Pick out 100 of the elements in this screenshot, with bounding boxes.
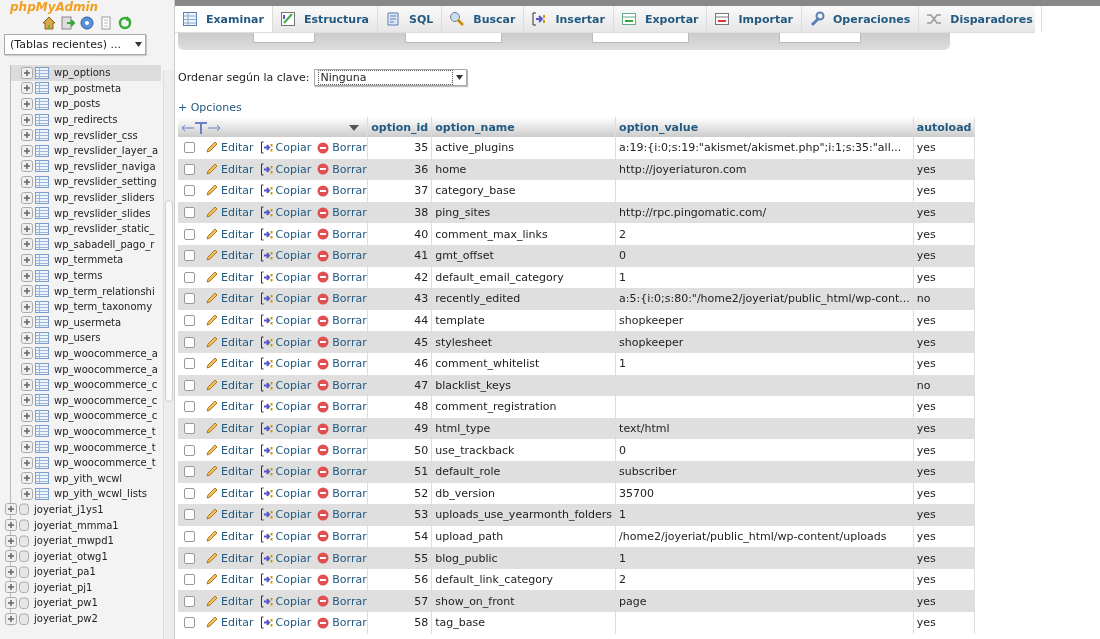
expand-icon[interactable]	[21, 253, 33, 266]
database-tree-item[interactable]: joyeriat_mmma1	[5, 517, 119, 533]
expand-icon[interactable]	[21, 394, 33, 407]
table-tree-item[interactable]: wp_revslider_css	[11, 127, 161, 143]
column-header[interactable]: option_value	[615, 117, 914, 137]
edit-link[interactable]: Editar	[205, 400, 254, 414]
input-field[interactable]	[592, 33, 689, 43]
delete-link[interactable]: Borrar	[317, 378, 367, 392]
table-tree-item[interactable]: wp_revslider_setting	[11, 174, 161, 190]
expand-icon[interactable]	[5, 565, 17, 578]
copy-link[interactable]: Copiar	[259, 141, 312, 155]
edit-link[interactable]: Editar	[205, 227, 254, 241]
delete-link[interactable]: Borrar	[317, 314, 367, 328]
expand-icon[interactable]	[21, 316, 33, 329]
row-checkbox[interactable]	[184, 228, 195, 240]
edit-link[interactable]: Editar	[205, 335, 254, 349]
expand-icon[interactable]	[21, 207, 33, 220]
edit-link[interactable]: Editar	[205, 486, 254, 500]
edit-link[interactable]: Editar	[205, 141, 254, 155]
delete-link[interactable]: Borrar	[317, 292, 367, 306]
tab[interactable]: Examinar	[175, 6, 273, 32]
edit-link[interactable]: Editar	[205, 573, 254, 587]
expand-icon[interactable]	[5, 534, 17, 547]
expand-icon[interactable]	[21, 66, 33, 79]
delete-link[interactable]: Borrar	[317, 141, 367, 155]
expand-icon[interactable]	[21, 269, 33, 282]
expand-icon[interactable]	[21, 175, 33, 188]
edit-link[interactable]: Editar	[205, 465, 254, 479]
row-checkbox[interactable]	[184, 466, 195, 478]
tab[interactable]: Exportar	[613, 6, 708, 32]
edit-link[interactable]: Editar	[205, 378, 254, 392]
expand-icon[interactable]	[21, 441, 33, 454]
edit-link[interactable]: Editar	[205, 551, 254, 565]
row-checkbox[interactable]	[184, 423, 195, 434]
expand-icon[interactable]	[21, 238, 33, 251]
delete-link[interactable]: Borrar	[317, 249, 367, 263]
copy-link[interactable]: Copiar	[259, 314, 312, 328]
delete-link[interactable]: Borrar	[317, 573, 367, 587]
expand-icon[interactable]	[21, 129, 33, 142]
row-checkbox[interactable]	[184, 142, 195, 154]
delete-link[interactable]: Borrar	[317, 551, 367, 565]
row-checkbox[interactable]	[184, 293, 195, 305]
row-checkbox[interactable]	[184, 401, 195, 413]
delete-link[interactable]: Borrar	[317, 400, 367, 414]
row-checkbox[interactable]	[184, 487, 195, 499]
edit-link[interactable]: Editar	[205, 594, 254, 608]
copy-link[interactable]: Copiar	[259, 292, 312, 306]
edit-link[interactable]: Editar	[205, 314, 254, 328]
table-tree-item[interactable]: wp_termmeta	[11, 252, 161, 268]
database-tree-item[interactable]: joyeriat_pw2	[5, 610, 98, 627]
delete-link[interactable]: Borrar	[317, 486, 367, 500]
input-field[interactable]	[405, 33, 502, 43]
copy-link[interactable]: Copiar	[259, 206, 312, 220]
row-checkbox[interactable]	[184, 163, 195, 175]
expand-icon[interactable]	[21, 285, 33, 298]
delete-link[interactable]: Borrar	[317, 594, 367, 608]
copy-link[interactable]: Copiar	[259, 616, 312, 630]
delete-link[interactable]: Borrar	[317, 422, 367, 435]
expand-icon[interactable]	[21, 425, 33, 438]
delete-link[interactable]: Borrar	[317, 184, 367, 198]
row-checkbox[interactable]	[184, 185, 195, 197]
delete-link[interactable]: Borrar	[317, 508, 367, 522]
dropdown-arrow-icon[interactable]	[349, 124, 359, 131]
table-tree-item[interactable]: wp_term_relationshi	[11, 283, 161, 299]
expand-icon[interactable]	[21, 472, 33, 485]
table-tree-item[interactable]: wp_woocommerce_c	[11, 376, 161, 393]
expand-icon[interactable]	[21, 191, 33, 204]
expand-icon[interactable]	[5, 503, 17, 516]
database-tree-item[interactable]: joyeriat_mwpd1	[5, 532, 114, 549]
row-checkbox[interactable]	[184, 207, 195, 219]
expand-icon[interactable]	[5, 581, 17, 594]
delete-link[interactable]: Borrar	[317, 162, 367, 176]
database-tree-item[interactable]: joyeriat_j1ys1	[5, 501, 104, 518]
row-checkbox[interactable]	[184, 595, 195, 607]
expand-icon[interactable]	[21, 347, 33, 360]
copy-link[interactable]: Copiar	[259, 400, 312, 414]
table-tree-item[interactable]: wp_woocommerce_t	[11, 439, 161, 455]
copy-link[interactable]: Copiar	[259, 357, 312, 371]
copy-link[interactable]: Copiar	[259, 573, 312, 587]
table-tree-item[interactable]: wp_terms	[11, 267, 161, 284]
row-checkbox[interactable]	[184, 617, 195, 629]
exit-icon[interactable]	[61, 16, 75, 30]
delete-link[interactable]: Borrar	[317, 530, 367, 543]
edit-link[interactable]: Editar	[205, 270, 254, 284]
expand-icon[interactable]	[21, 222, 33, 235]
tab[interactable]: Estructura	[272, 6, 378, 32]
table-tree-item[interactable]: wp_options	[11, 65, 161, 81]
copy-link[interactable]: Copiar	[259, 530, 312, 543]
table-tree-item[interactable]: wp_woocommerce_t	[11, 423, 161, 440]
delete-link[interactable]: Borrar	[317, 443, 367, 457]
input-field[interactable]	[253, 33, 315, 43]
table-tree-item[interactable]: wp_term_taxonomy	[11, 298, 161, 315]
table-tree-item[interactable]: wp_woocommerce_a	[11, 345, 161, 362]
tab[interactable]: Operaciones	[802, 6, 920, 32]
edit-link[interactable]: Editar	[205, 249, 254, 263]
row-checkbox[interactable]	[184, 574, 195, 586]
table-tree-item[interactable]: wp_yith_wcwl	[11, 470, 161, 487]
delete-link[interactable]: Borrar	[317, 465, 367, 479]
copy-link[interactable]: Copiar	[259, 551, 312, 565]
column-header[interactable]: option_id	[367, 117, 432, 137]
